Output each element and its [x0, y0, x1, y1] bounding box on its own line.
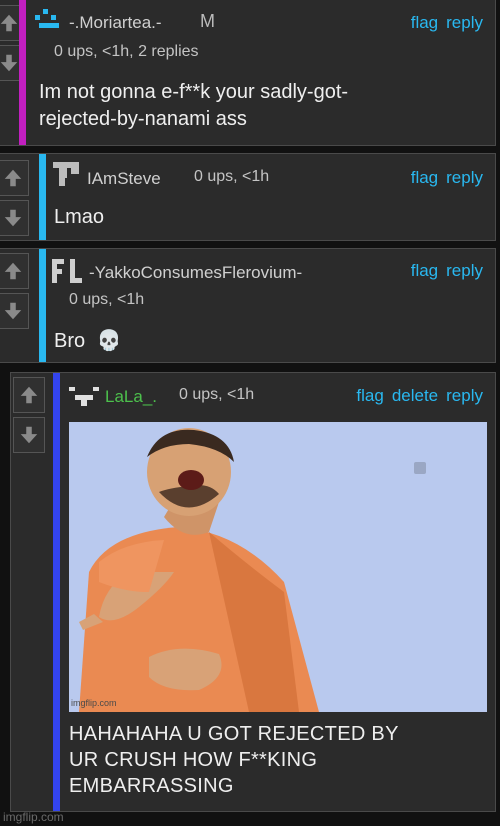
upvote-button[interactable] — [13, 377, 45, 413]
reply-link[interactable]: reply — [446, 386, 483, 405]
flag-link[interactable]: flag — [411, 168, 438, 187]
meme-image[interactable]: imgflip.com — [69, 422, 487, 712]
username[interactable]: -.Moriartea.- — [69, 13, 162, 33]
comment-text-line: rejected-by-nanami ass — [39, 108, 247, 130]
flag-link[interactable]: flag — [411, 13, 438, 32]
vote-column — [0, 160, 31, 240]
down-arrow-icon — [4, 209, 22, 227]
thread-bar — [39, 154, 46, 240]
comment-meta: 0 ups, <1h — [194, 168, 270, 185]
caption-line: UR CRUSH HOW F**KING — [69, 749, 318, 771]
comment-yakko: -YakkoConsumesFlerovium- 0 ups, <1h flag… — [0, 248, 496, 363]
imgflip-watermark: imgflip.com — [3, 810, 64, 824]
flag-link[interactable]: flag — [356, 386, 383, 405]
flag-link[interactable]: flag — [411, 261, 438, 280]
downvote-button[interactable] — [0, 200, 29, 236]
downvote-button[interactable] — [0, 293, 29, 329]
up-arrow-icon — [4, 169, 22, 187]
upvote-button[interactable] — [0, 253, 29, 289]
user-avatar[interactable] — [33, 7, 63, 31]
up-arrow-icon — [0, 14, 18, 32]
meme-caption: HAHAHAHA U GOT REJECTED BY UR CRUSH HOW … — [69, 721, 489, 799]
comment-text: Im not gonna e-f**k your sadly-got- reje… — [39, 79, 479, 133]
thread-bar — [19, 0, 26, 145]
down-arrow-icon — [4, 302, 22, 320]
reply-link[interactable]: reply — [446, 261, 483, 280]
comment-text: Lmao — [54, 206, 105, 228]
skull-emoji: 💀 — [96, 328, 122, 352]
username[interactable]: IAmSteve — [87, 169, 161, 189]
comment-actions: flag reply — [403, 168, 483, 188]
downvote-button[interactable] — [13, 417, 45, 453]
username[interactable]: LaLa_. — [105, 387, 157, 407]
comment-iamsteve: IAmSteve 0 ups, <1h flag reply Lmao — [0, 153, 496, 241]
reply-link[interactable]: reply — [446, 168, 483, 187]
thread-bar — [53, 373, 60, 811]
down-arrow-icon — [20, 426, 38, 444]
comment-text-label: Bro — [54, 330, 86, 352]
delete-link[interactable]: delete — [392, 386, 438, 405]
user-avatar[interactable] — [51, 160, 81, 188]
thread-bar — [39, 249, 46, 362]
meme-watermark: imgflip.com — [71, 698, 117, 708]
user-badge: M — [200, 11, 215, 31]
caption-line: EMBARRASSING — [69, 775, 234, 797]
vote-column — [13, 377, 47, 457]
comment-meta: 0 ups, <1h — [179, 386, 255, 403]
comment-lala: LaLa_. 0 ups, <1h flag delete reply imgf… — [10, 372, 496, 812]
comment-text: Bro 💀 — [54, 327, 122, 355]
username[interactable]: -YakkoConsumesFlerovium- — [89, 263, 302, 283]
comment-actions: flag reply — [403, 261, 483, 281]
upvote-button[interactable] — [0, 160, 29, 196]
comment-actions: flag reply — [403, 13, 483, 33]
comment-meta: 0 ups, <1h — [69, 291, 145, 308]
caption-line: HAHAHAHA U GOT REJECTED BY — [69, 723, 399, 745]
user-avatar[interactable] — [67, 385, 101, 409]
comment-moriartea: -.Moriartea.- M 0 ups, <1h, 2 replies fl… — [0, 0, 496, 146]
comment-text-line: Im not gonna e-f**k your sadly-got- — [39, 81, 349, 103]
reply-link[interactable]: reply — [446, 13, 483, 32]
comment-actions: flag delete reply — [348, 386, 483, 406]
laughing-man-illustration — [69, 422, 487, 712]
up-arrow-icon — [20, 386, 38, 404]
up-arrow-icon — [4, 262, 22, 280]
user-avatar[interactable] — [50, 257, 84, 285]
comment-meta: 0 ups, <1h, 2 replies — [54, 43, 199, 60]
down-arrow-icon — [0, 54, 18, 72]
vote-column — [0, 253, 31, 333]
